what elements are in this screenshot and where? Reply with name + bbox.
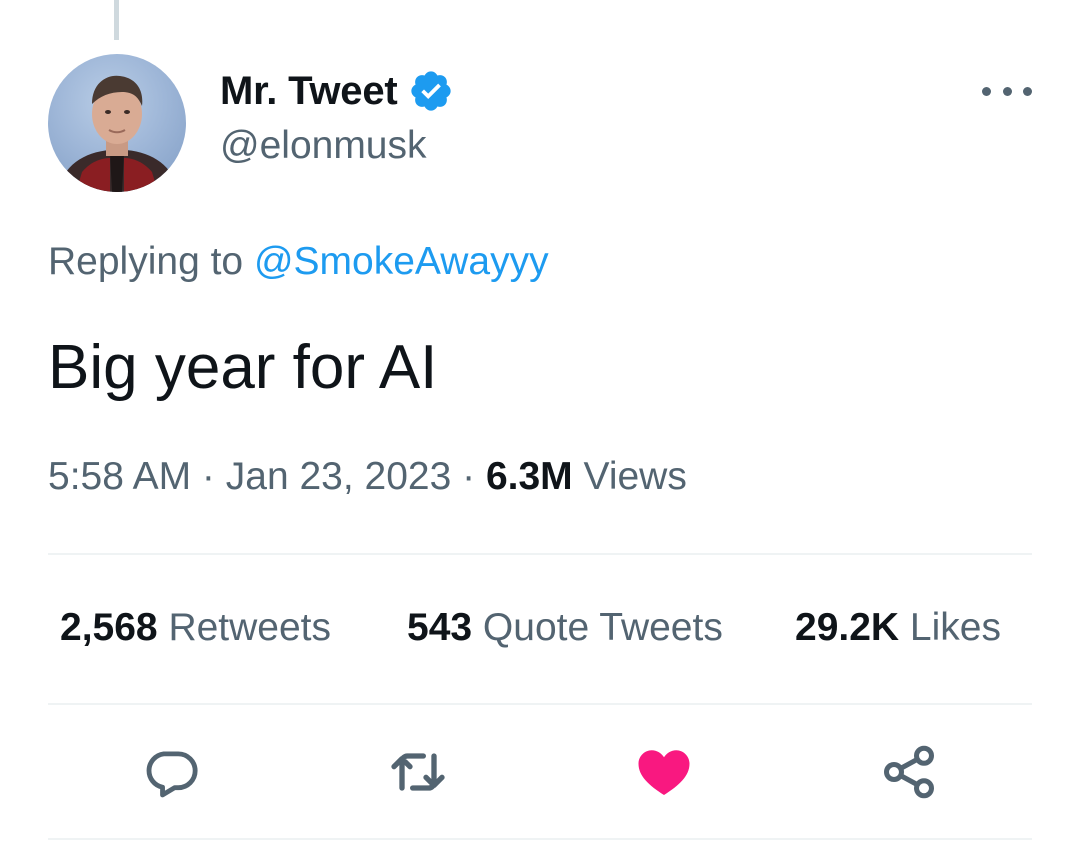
- quote-tweets-count: 543: [407, 606, 473, 649]
- author-name-row[interactable]: Mr. Tweet: [220, 66, 454, 116]
- retweets-count: 2,568: [60, 606, 158, 649]
- replying-to-mention-link[interactable]: @SmokeAwayyy: [254, 240, 549, 283]
- likes-stat[interactable]: 29.2K Likes: [795, 606, 1001, 650]
- retweet-button[interactable]: [386, 740, 450, 804]
- profile-photo: [58, 75, 178, 192]
- meta-separator: ·: [451, 455, 486, 498]
- thread-connector-line: [114, 0, 119, 40]
- heart-icon: [638, 750, 690, 795]
- reply-icon: [146, 751, 198, 798]
- meta-separator: ·: [191, 455, 226, 498]
- author-handle[interactable]: @elonmusk: [220, 124, 427, 168]
- verified-badge-icon: [410, 71, 451, 111]
- likes-count: 29.2K: [795, 606, 900, 649]
- more-dot: [1023, 86, 1032, 96]
- like-button[interactable]: [632, 740, 696, 804]
- more-dot: [1002, 86, 1012, 96]
- quote-tweets-stat[interactable]: 543 Quote Tweets: [407, 606, 723, 650]
- views-count: 6.3M: [485, 455, 573, 498]
- tweet-time[interactable]: 5:58 AM: [48, 455, 191, 498]
- action-bar: [0, 740, 1080, 804]
- more-dot: [982, 86, 991, 96]
- avatar[interactable]: [48, 54, 186, 192]
- divider: [48, 703, 1032, 705]
- tweet-text: Big year for AI: [48, 333, 438, 402]
- divider: [48, 553, 1032, 555]
- reply-button[interactable]: [139, 740, 203, 804]
- retweets-label: Retweets: [157, 606, 332, 649]
- share-icon: [884, 745, 934, 799]
- tweet-date[interactable]: Jan 23, 2023: [226, 455, 452, 498]
- retweets-stat[interactable]: 2,568 Retweets: [60, 606, 331, 650]
- more-options-icon[interactable]: [982, 76, 1032, 106]
- replying-to-prefix: Replying to: [48, 240, 254, 283]
- likes-label: Likes: [899, 606, 1001, 649]
- divider: [48, 838, 1032, 840]
- share-button[interactable]: [877, 740, 941, 804]
- retweet-icon: [391, 753, 445, 791]
- replying-to: Replying to @SmokeAwayyy: [48, 240, 549, 284]
- tweet-meta: 5:58 AM · Jan 23, 2023 · 6.3M Views: [48, 455, 687, 499]
- quote-tweets-label: Quote Tweets: [472, 606, 723, 649]
- display-name[interactable]: Mr. Tweet: [220, 69, 398, 114]
- views-label: Views: [572, 455, 687, 498]
